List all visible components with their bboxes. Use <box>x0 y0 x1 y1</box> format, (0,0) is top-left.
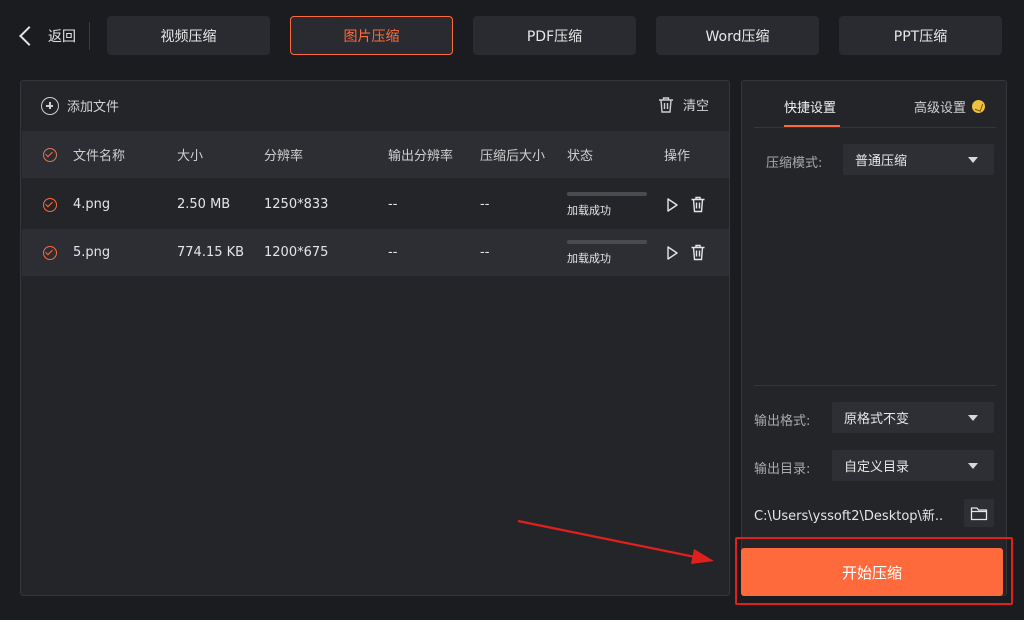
row-checkbox[interactable] <box>43 181 57 228</box>
file-size: 2.50 MB <box>177 197 231 212</box>
back-button[interactable]: 返回 <box>16 22 76 50</box>
column-header-status: 状态 <box>567 149 594 164</box>
top-bar: 返回 视频压缩 图片压缩 PDF压缩 Word压缩 PPT压缩 <box>0 0 1024 70</box>
divider <box>754 127 996 128</box>
tab-image-compress[interactable]: 图片压缩 <box>290 16 453 55</box>
folder-icon <box>970 506 988 520</box>
caret-down-icon <box>968 463 978 469</box>
file-name: 4.png <box>73 197 111 212</box>
progress-bar <box>567 239 647 244</box>
output-dir-label: 输出目录: <box>754 462 811 477</box>
lightbulb-icon <box>972 100 986 113</box>
browse-folder-button[interactable] <box>964 499 994 527</box>
column-header-compressed-size: 压缩后大小 <box>480 149 546 164</box>
file-toolbar: 添加文件 清空 <box>21 81 729 131</box>
column-header-output-resolution: 输出分辨率 <box>388 149 454 164</box>
file-resolution: 1250*833 <box>264 197 329 212</box>
chevron-left-icon <box>19 26 39 46</box>
check-circle-icon <box>43 147 57 162</box>
tab-video-compress[interactable]: 视频压缩 <box>107 16 270 55</box>
compressed-size: -- <box>480 197 490 212</box>
output-format-label: 输出格式: <box>754 414 811 429</box>
trash-icon <box>691 196 705 213</box>
status-cell: 加载成功 <box>567 181 647 228</box>
output-format-value: 原格式不变 <box>844 412 910 427</box>
row-checkbox[interactable] <box>43 229 57 276</box>
file-name: 5.png <box>73 245 111 260</box>
table-row[interactable]: 4.png 2.50 MB 1250*833 -- -- 加载成功 <box>22 181 729 228</box>
table-row[interactable]: 5.png 774.15 KB 1200*675 -- -- 加载成功 <box>22 229 729 276</box>
row-actions <box>664 229 706 276</box>
delete-row-button[interactable] <box>690 196 706 213</box>
play-icon <box>667 245 678 260</box>
add-file-label: 添加文件 <box>67 100 120 115</box>
delete-row-button[interactable] <box>690 244 706 261</box>
output-resolution: -- <box>388 245 398 260</box>
compress-mode-value: 普通压缩 <box>855 154 908 169</box>
tab-quick-settings[interactable]: 快捷设置 <box>784 97 836 116</box>
play-icon <box>667 197 678 212</box>
tab-pdf-compress[interactable]: PDF压缩 <box>473 16 636 55</box>
check-circle-icon <box>43 197 57 212</box>
caret-down-icon <box>968 157 978 163</box>
clear-label: 清空 <box>682 99 709 114</box>
add-circle-icon <box>41 96 59 115</box>
tab-word-compress[interactable]: Word压缩 <box>656 16 819 55</box>
status-cell: 加载成功 <box>567 229 647 276</box>
progress-fill <box>567 191 647 196</box>
add-file-button[interactable]: 添加文件 <box>41 96 119 115</box>
settings-panel: 快捷设置 高级设置 压缩模式: 普通压缩 输出格式: 原格式不变 输出目录: 自… <box>741 80 1007 596</box>
compress-mode-label: 压缩模式: <box>766 156 823 171</box>
table-header: 文件名称 大小 分辨率 输出分辨率 压缩后大小 状态 操作 <box>22 131 729 178</box>
start-compress-button[interactable]: 开始压缩 <box>741 548 1003 596</box>
preview-button[interactable] <box>664 197 680 213</box>
tab-ppt-compress[interactable]: PPT压缩 <box>839 16 1002 55</box>
output-format-select[interactable]: 原格式不变 <box>832 402 994 433</box>
row-actions <box>664 181 706 228</box>
file-resolution: 1200*675 <box>264 245 329 260</box>
compress-mode-select[interactable]: 普通压缩 <box>843 144 994 175</box>
file-list-panel: 添加文件 清空 文件名称 大小 分辨率 输出分辨率 压缩后大小 状态 操作 4.… <box>20 80 730 596</box>
check-circle-icon <box>43 245 57 260</box>
divider <box>754 385 996 386</box>
output-path: C:\Users\yssoft2\Desktop\新... <box>754 509 944 524</box>
back-label: 返回 <box>48 29 76 45</box>
column-header-resolution: 分辨率 <box>264 149 304 164</box>
output-resolution: -- <box>388 197 398 212</box>
divider <box>89 22 90 50</box>
select-all-checkbox[interactable] <box>43 131 57 178</box>
compressed-size: -- <box>480 245 490 260</box>
caret-down-icon <box>968 415 978 421</box>
output-dir-value: 自定义目录 <box>844 460 910 475</box>
trash-icon <box>658 96 673 113</box>
column-header-actions: 操作 <box>664 149 691 164</box>
preview-button[interactable] <box>664 245 680 261</box>
tab-advanced-settings[interactable]: 高级设置 <box>914 97 986 116</box>
progress-bar <box>567 191 647 196</box>
progress-fill <box>567 239 647 244</box>
advanced-settings-label: 高级设置 <box>914 101 967 116</box>
status-text: 加载成功 <box>567 203 611 217</box>
trash-icon <box>691 244 705 261</box>
output-dir-select[interactable]: 自定义目录 <box>832 450 994 481</box>
column-header-name: 文件名称 <box>73 149 126 164</box>
status-text: 加载成功 <box>567 251 611 265</box>
clear-button[interactable]: 清空 <box>657 95 709 114</box>
column-header-size: 大小 <box>177 149 204 164</box>
file-size: 774.15 KB <box>177 245 245 260</box>
